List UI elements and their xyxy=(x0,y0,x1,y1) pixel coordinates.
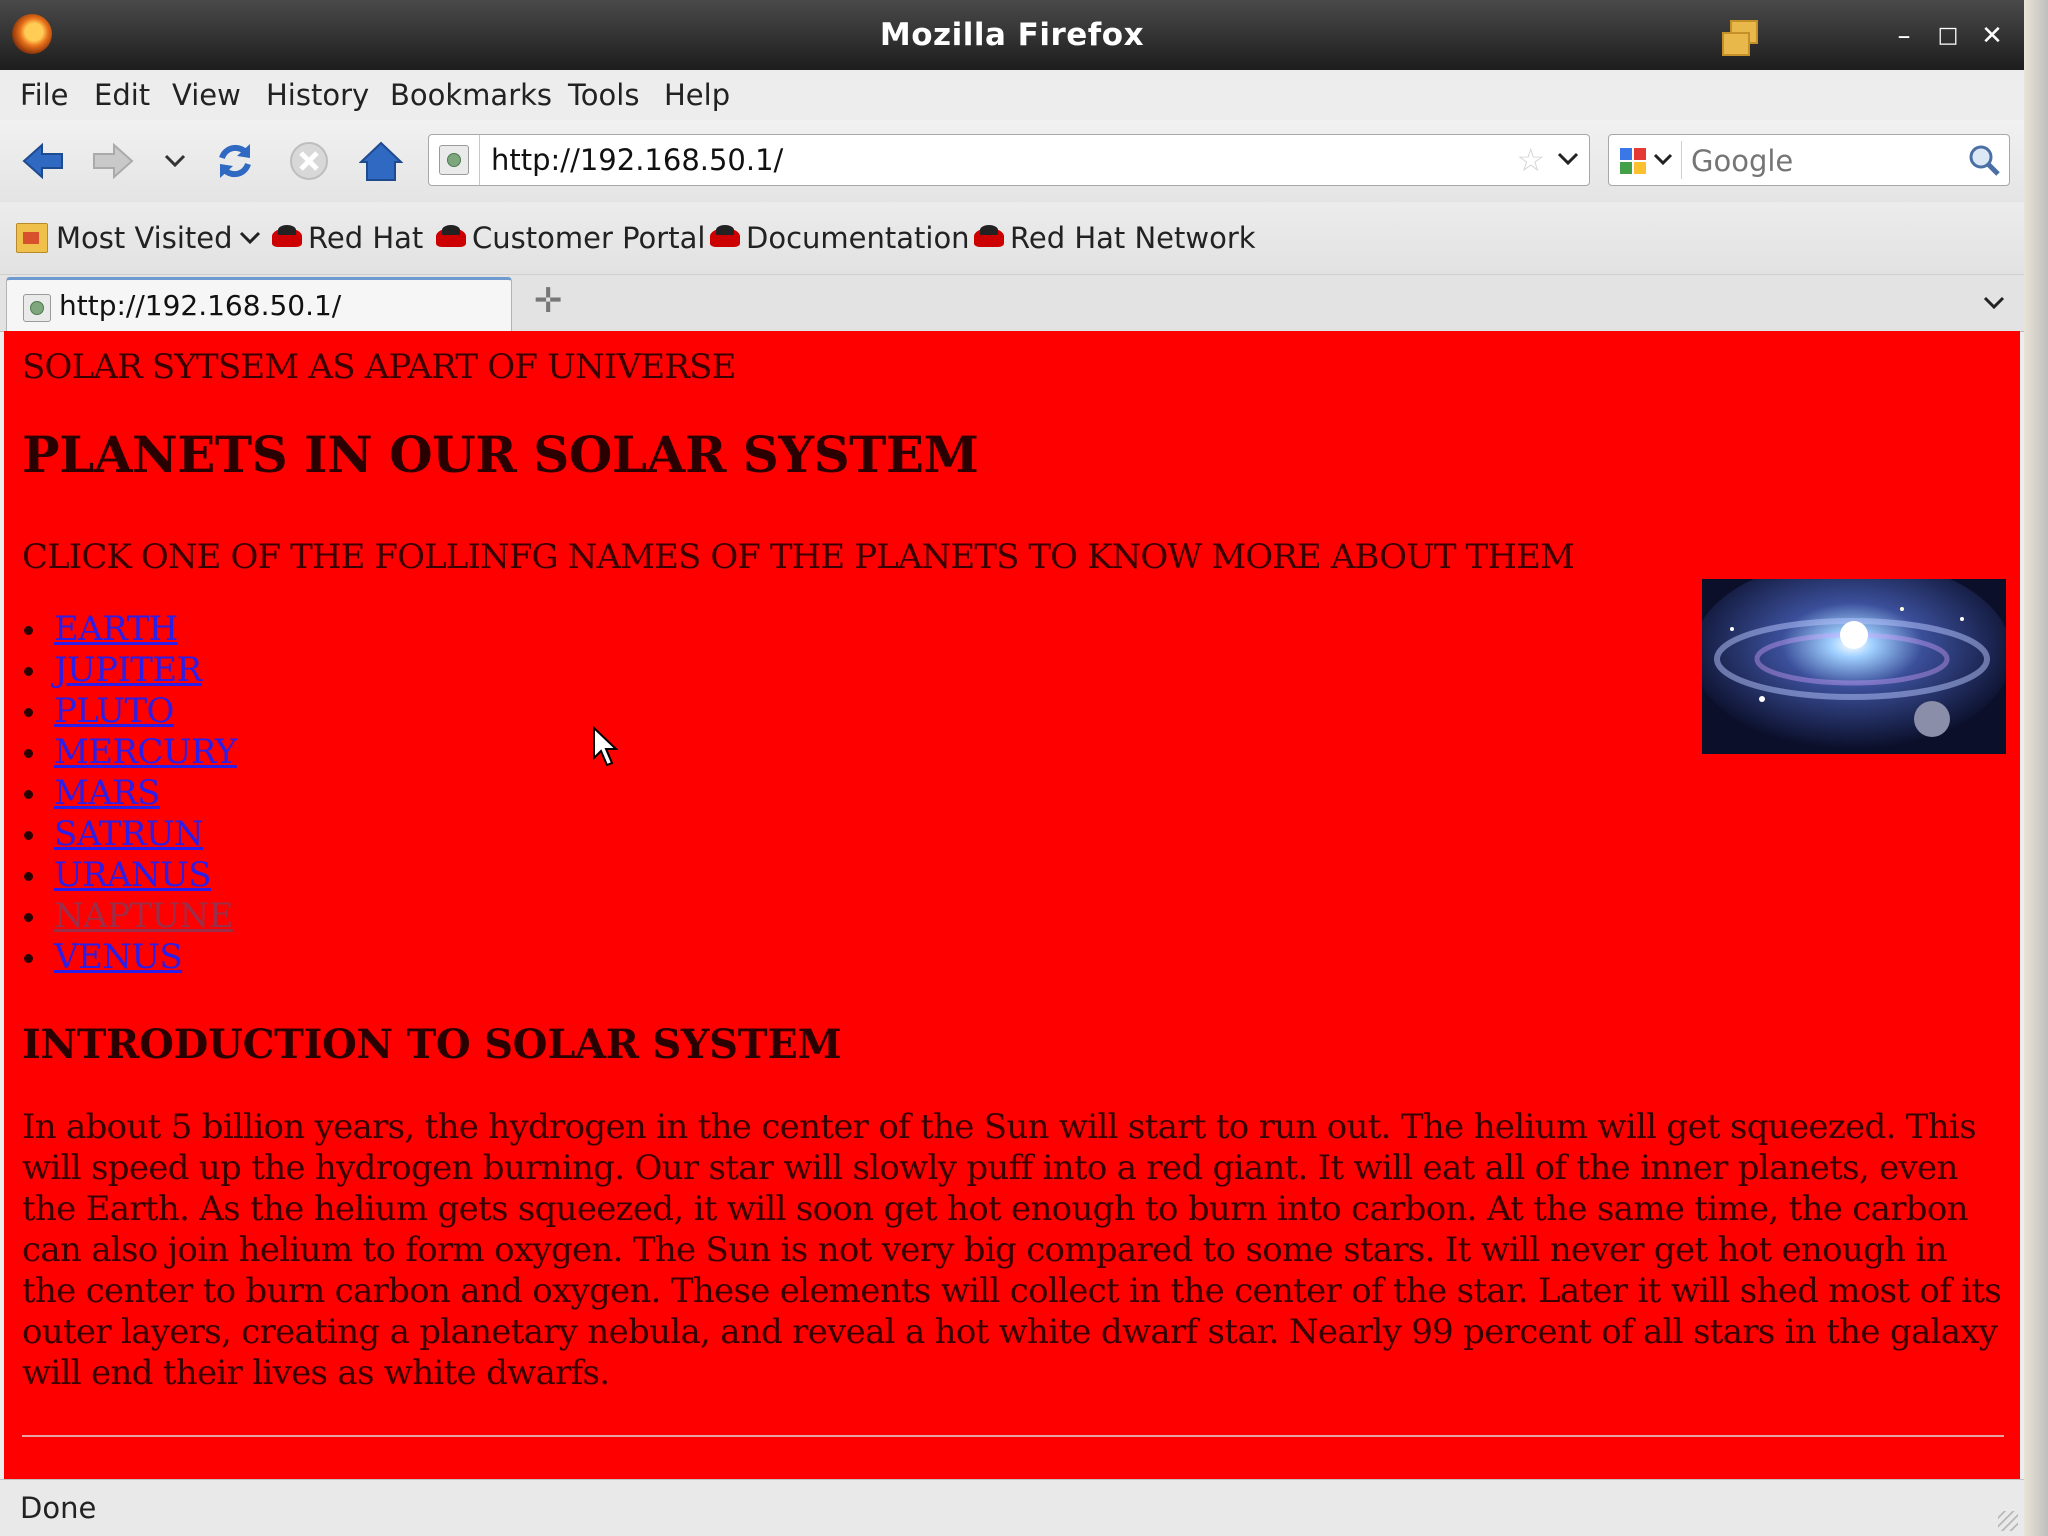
search-engine-selector[interactable] xyxy=(1615,141,1682,179)
stop-icon[interactable] xyxy=(286,138,332,184)
list-item: MERCURY xyxy=(22,732,237,773)
list-item: URANUS xyxy=(22,855,237,896)
maximize-icon[interactable]: □ xyxy=(1930,18,1966,54)
resize-grip-icon[interactable] xyxy=(1998,1511,2018,1531)
divider xyxy=(22,1435,2004,1437)
firefox-window: Mozilla Firefox – □ ✕ File Edit View His… xyxy=(0,0,2024,1536)
tab-label: http://192.168.50.1/ xyxy=(59,289,342,322)
list-item: PLUTO xyxy=(22,691,237,732)
menu-help[interactable]: Help xyxy=(664,70,730,120)
desktop-edge xyxy=(2024,0,2048,1536)
menu-file[interactable]: File xyxy=(20,70,69,120)
list-item: SATRUN xyxy=(22,814,237,855)
url-dropdown-icon[interactable] xyxy=(1557,135,1579,185)
back-arrow-icon[interactable] xyxy=(20,138,66,184)
planet-list: EARTH JUPITER PLUTO MERCURY MARS SATRUN … xyxy=(22,609,237,978)
status-bar: Done xyxy=(0,1479,2024,1536)
planet-link-naptune[interactable]: NAPTUNE xyxy=(54,896,233,936)
bookmark-label: Customer Portal xyxy=(472,221,706,255)
menu-view[interactable]: View xyxy=(172,70,241,120)
history-dropdown-icon[interactable] xyxy=(152,138,198,184)
tab-active[interactable]: http://192.168.50.1/ xyxy=(6,277,512,334)
search-icon[interactable] xyxy=(1967,143,2001,177)
search-input[interactable] xyxy=(1689,141,1953,181)
list-item: NAPTUNE xyxy=(22,896,237,937)
planet-link-earth[interactable]: EARTH xyxy=(54,609,178,649)
bookmark-label: Documentation xyxy=(746,221,970,255)
planet-link-satrun[interactable]: SATRUN xyxy=(54,814,204,854)
chevron-down-icon xyxy=(1653,141,1673,179)
mouse-cursor-icon xyxy=(593,726,619,767)
close-icon[interactable]: ✕ xyxy=(1974,18,2010,54)
menu-edit[interactable]: Edit xyxy=(94,70,150,120)
red-hat-icon xyxy=(974,225,1004,251)
reload-icon[interactable] xyxy=(212,138,258,184)
tab-list-icon[interactable] xyxy=(1982,283,2006,323)
bookmark-label: Red Hat xyxy=(308,221,424,255)
folder-icon xyxy=(16,223,48,253)
menu-bookmarks[interactable]: Bookmarks xyxy=(390,70,552,120)
page-content: SOLAR SYTSEM AS APART OF UNIVERSE PLANET… xyxy=(4,331,2020,1479)
google-icon xyxy=(1620,148,1646,174)
tab-strip: http://192.168.50.1/ ✛ xyxy=(0,275,2024,334)
url-bar[interactable]: http://192.168.50.1/ ☆ xyxy=(428,134,1590,186)
site-identity-icon[interactable] xyxy=(439,145,469,175)
planet-link-venus[interactable]: VENUS xyxy=(54,937,183,977)
page-heading: PLANETS IN OUR SOLAR SYSTEM xyxy=(22,425,979,484)
bookmark-label: Red Hat Network xyxy=(1010,221,1256,255)
planet-link-jupiter[interactable]: JUPITER xyxy=(54,650,202,690)
bookmark-red-hat[interactable]: Red Hat xyxy=(272,202,423,274)
page-favicon-icon xyxy=(23,294,51,322)
menu-bar: File Edit View History Bookmarks Tools H… xyxy=(0,70,2024,120)
planet-link-mars[interactable]: MARS xyxy=(54,773,160,813)
status-text: Done xyxy=(20,1491,97,1525)
list-item: MARS xyxy=(22,773,237,814)
menu-history[interactable]: History xyxy=(266,70,369,120)
bookmark-star-icon[interactable]: ☆ xyxy=(1516,141,1545,179)
page-intro: SOLAR SYTSEM AS APART OF UNIVERSE xyxy=(22,347,736,387)
navigation-toolbar: http://192.168.50.1/ ☆ xyxy=(0,120,2024,202)
planet-link-uranus[interactable]: URANUS xyxy=(54,855,212,895)
chevron-down-icon xyxy=(239,231,260,245)
red-hat-icon xyxy=(436,225,466,251)
instruction-text: CLICK ONE OF THE FOLLINFG NAMES OF THE P… xyxy=(22,537,1575,577)
title-bar: Mozilla Firefox – □ ✕ xyxy=(0,0,2024,70)
menu-tools[interactable]: Tools xyxy=(568,70,639,120)
galaxy-image xyxy=(1702,579,2006,754)
red-hat-icon xyxy=(272,225,302,251)
list-item: VENUS xyxy=(22,937,237,978)
intro-paragraph: In about 5 billion years, the hydrogen i… xyxy=(22,1107,2002,1393)
forward-arrow-icon[interactable] xyxy=(90,138,136,184)
window-stack-icon[interactable] xyxy=(1722,20,1760,58)
minimize-icon[interactable]: – xyxy=(1886,18,1922,54)
bookmark-documentation[interactable]: Documentation xyxy=(710,202,970,274)
bookmarks-toolbar: Most Visited Red Hat Customer Portal Doc… xyxy=(0,202,2024,275)
new-tab-icon[interactable]: ✛ xyxy=(530,283,566,319)
list-item: EARTH xyxy=(22,609,237,650)
bookmark-customer-portal[interactable]: Customer Portal xyxy=(436,202,705,274)
planet-link-mercury[interactable]: MERCURY xyxy=(54,732,237,772)
window-title: Mozilla Firefox xyxy=(879,17,1145,53)
red-hat-icon xyxy=(710,225,740,251)
url-text[interactable]: http://192.168.50.1/ xyxy=(491,135,783,185)
planet-link-pluto[interactable]: PLUTO xyxy=(54,691,174,731)
most-visited-label: Most Visited xyxy=(56,221,233,255)
home-icon[interactable] xyxy=(358,138,404,184)
list-item: JUPITER xyxy=(22,650,237,691)
bookmark-red-hat-network[interactable]: Red Hat Network xyxy=(974,202,1256,274)
most-visited-button[interactable]: Most Visited xyxy=(16,202,261,274)
section-heading: INTRODUCTION TO SOLAR SYSTEM xyxy=(22,1021,842,1068)
search-bar xyxy=(1608,134,2010,186)
